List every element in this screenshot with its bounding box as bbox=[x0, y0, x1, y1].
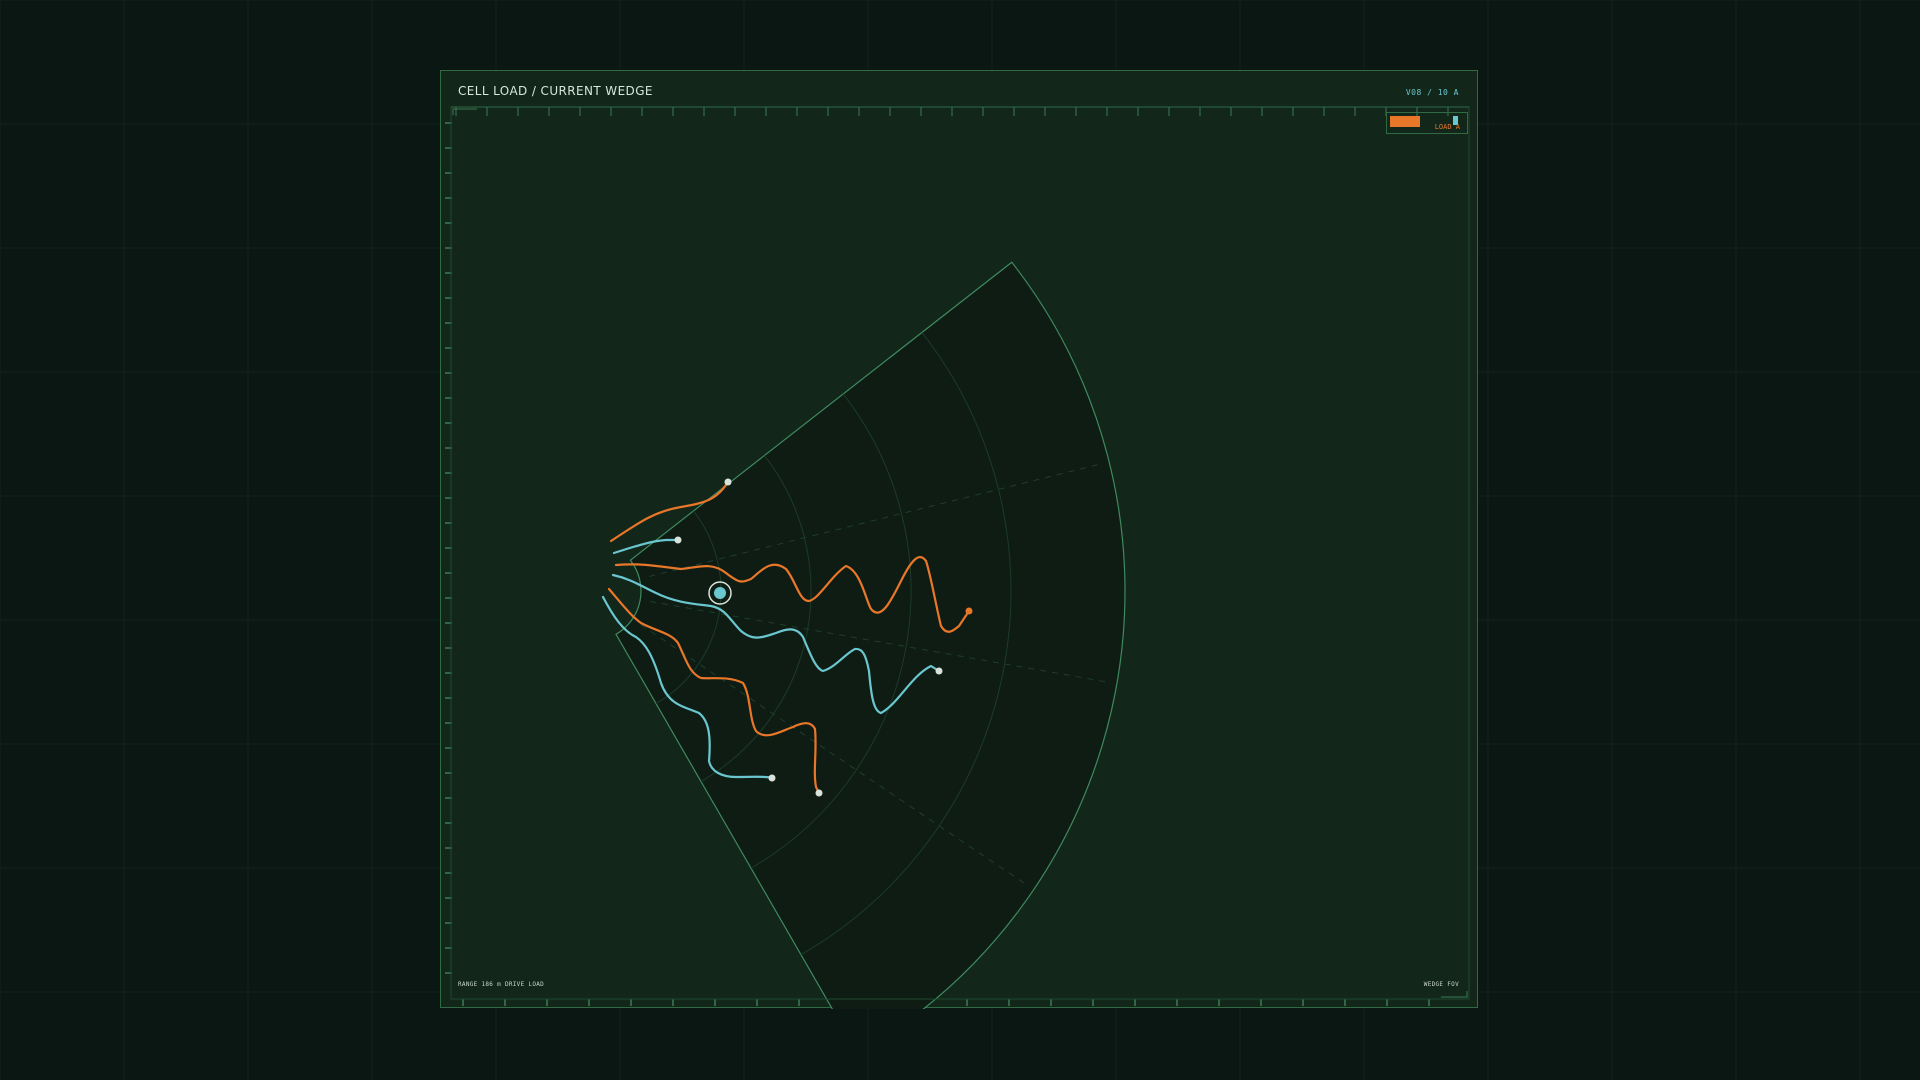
trace-1-endpoint bbox=[724, 478, 732, 486]
wedge-panel: CELL LOAD / CURRENT WEDGE V08 / 10 A LOA… bbox=[440, 70, 1478, 1009]
target-dot-icon bbox=[714, 587, 726, 599]
trace-5-endpoint bbox=[815, 789, 823, 797]
header-readout: V08 / 10 A bbox=[1405, 88, 1459, 97]
ruler-bottom bbox=[462, 999, 1430, 1006]
legend-swatch-orange bbox=[1390, 116, 1420, 127]
wedge-outline bbox=[615, 261, 1126, 1009]
wedge-sector bbox=[615, 261, 1126, 1009]
wedge-plot bbox=[445, 106, 1470, 1009]
legend-label: LOAD A bbox=[1434, 123, 1460, 131]
corner-bracket bbox=[452, 108, 477, 115]
trace-3-endpoint bbox=[965, 607, 973, 615]
footer-range-label: RANGE 186 m DRIVE LOAD bbox=[458, 981, 545, 988]
load-legend: LOAD A bbox=[1386, 112, 1468, 134]
trace-4-endpoint bbox=[935, 667, 943, 675]
ruler-top bbox=[455, 107, 1449, 116]
trace-6-endpoint bbox=[768, 774, 776, 782]
footer-fov-label: WEDGE FOV bbox=[1423, 981, 1459, 988]
panel-title: CELL LOAD / CURRENT WEDGE bbox=[458, 84, 653, 98]
corner-bracket bbox=[1441, 991, 1468, 998]
trace-2-endpoint bbox=[674, 536, 682, 544]
